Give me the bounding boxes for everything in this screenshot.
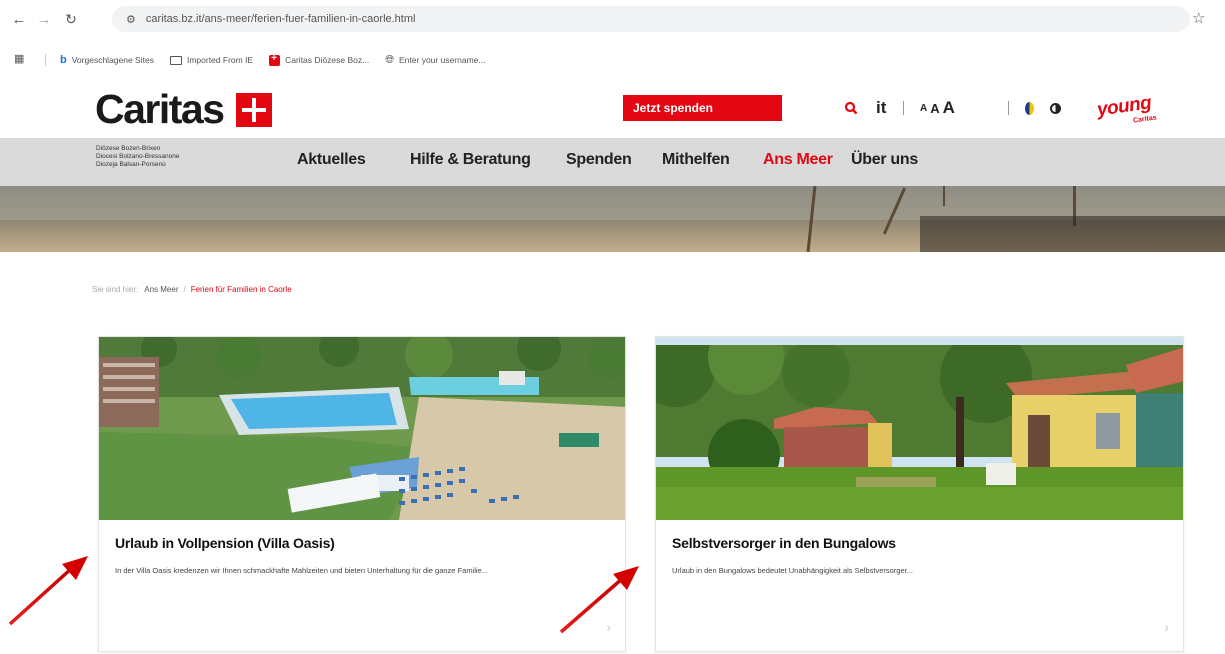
site-info-icon[interactable]: ⚙ bbox=[126, 13, 136, 26]
annotation-arrow-icon bbox=[559, 566, 639, 634]
offer-card-villa-oasis[interactable]: Urlaub in Vollpension (Villa Oasis) In d… bbox=[98, 336, 626, 652]
divider bbox=[1008, 101, 1009, 115]
breadcrumb-label: Sie sind hier: bbox=[92, 285, 139, 294]
offer-card-bungalows[interactable]: Selbstversorger in den Bungalows Urlaub … bbox=[655, 336, 1184, 652]
card-title[interactable]: Selbstversorger in den Bungalows bbox=[672, 535, 896, 551]
folder-icon bbox=[169, 55, 182, 65]
breadcrumb: Sie sind hier: Ans Meer / Ferien für Fam… bbox=[92, 285, 292, 294]
bookmark-star-icon[interactable]: ☆ bbox=[1192, 9, 1205, 27]
card-description: In der Villa Oasis kredenzen wir Ihnen s… bbox=[115, 566, 488, 575]
font-size-large-button[interactable]: A bbox=[943, 98, 955, 118]
villa-oasis-photo[interactable] bbox=[99, 337, 625, 520]
font-size-medium-button[interactable]: A bbox=[930, 101, 939, 116]
back-arrow-icon[interactable]: ← bbox=[8, 8, 30, 30]
bookmark-label: Vorgeschlagene Sites bbox=[71, 55, 154, 65]
url-text[interactable]: caritas.bz.it/ans-meer/ferien-fuer-famil… bbox=[146, 13, 416, 25]
font-size-switcher: A A A bbox=[920, 95, 955, 121]
diocese-name-de: Diözese Bozen-Brixen bbox=[96, 145, 161, 152]
donate-button[interactable]: Jetzt spenden bbox=[623, 95, 782, 121]
bookmark-label: Imported From IE bbox=[186, 55, 254, 65]
bookmark-imported-from-ie[interactable]: Imported From IE bbox=[169, 55, 254, 65]
easy-language-icon[interactable] bbox=[1025, 95, 1034, 121]
nav-item-hilfe-beratung[interactable]: Hilfe & Beratung bbox=[410, 151, 531, 169]
young-caritas-logo[interactable]: young Caritas bbox=[1096, 88, 1175, 132]
font-size-small-button[interactable]: A bbox=[920, 103, 927, 114]
browser-toolbar: ← → ↻ ⚙ caritas.bz.it/ans-meer/ferien-fu… bbox=[0, 0, 1225, 38]
breadcrumb-separator: / bbox=[183, 285, 186, 294]
forward-arrow-icon[interactable]: → bbox=[33, 8, 55, 30]
reload-icon[interactable]: ↻ bbox=[60, 8, 82, 30]
nav-item-mithelfen[interactable]: Mithelfen bbox=[662, 151, 730, 169]
annotation-arrow-icon bbox=[8, 556, 88, 626]
diocese-label: Diözese Bozen-Brixen Diocesi Bolzano-Bre… bbox=[96, 145, 179, 169]
card-description: Urlaub in den Bungalows bedeutet Unabhän… bbox=[672, 566, 913, 575]
caritas-cross-logo-icon[interactable] bbox=[236, 93, 272, 127]
hero-beach-image bbox=[0, 186, 1225, 252]
bookmark-label: Enter your username... bbox=[399, 55, 486, 65]
language-switch-it[interactable]: it bbox=[876, 95, 886, 121]
microsoft-icon: b bbox=[60, 54, 67, 66]
nav-item-spenden[interactable]: Spenden bbox=[566, 151, 632, 169]
divider bbox=[903, 101, 904, 115]
nav-item-aktuelles[interactable]: Aktuelles bbox=[297, 151, 366, 169]
diocese-name-it: Diocesi Bolzano-Bressanone bbox=[96, 153, 180, 160]
globe-icon: 🌐︎ bbox=[385, 53, 395, 66]
caritas-favicon-icon bbox=[269, 53, 281, 66]
chevron-right-icon[interactable]: › bbox=[1164, 619, 1169, 635]
nav-item-ueber-uns[interactable]: Über uns bbox=[851, 151, 918, 169]
search-icon[interactable] bbox=[844, 95, 858, 121]
apps-grid-icon[interactable]: ▦ bbox=[14, 52, 24, 65]
bookmark-label: Caritas Diözese Boz... bbox=[285, 55, 370, 65]
bookmark-suggested-sites[interactable]: b Vorgeschlagene Sites bbox=[60, 54, 154, 66]
caritas-logo[interactable]: Caritas bbox=[95, 86, 225, 133]
bookmarks-divider bbox=[45, 54, 46, 66]
bookmark-caritas[interactable]: Caritas Diözese Boz... bbox=[269, 53, 370, 66]
nav-item-ans-meer[interactable]: Ans Meer bbox=[763, 151, 833, 169]
bookmarks-bar: b Vorgeschlagene Sites Imported From IE … bbox=[60, 49, 501, 71]
breadcrumb-current: Ferien für Familien in Caorle bbox=[190, 285, 292, 294]
card-title[interactable]: Urlaub in Vollpension (Villa Oasis) bbox=[115, 535, 335, 551]
breadcrumb-link-ans-meer[interactable]: Ans Meer bbox=[144, 285, 178, 294]
bookmark-login[interactable]: 🌐︎ Enter your username... bbox=[385, 54, 485, 67]
address-bar[interactable]: ⚙ caritas.bz.it/ans-meer/ferien-fuer-fam… bbox=[112, 6, 1190, 32]
bungalows-photo[interactable] bbox=[656, 337, 1183, 520]
diocese-name-lad: Diozeja Balsan-Porsenù bbox=[96, 161, 166, 168]
contrast-icon[interactable] bbox=[1050, 95, 1061, 121]
